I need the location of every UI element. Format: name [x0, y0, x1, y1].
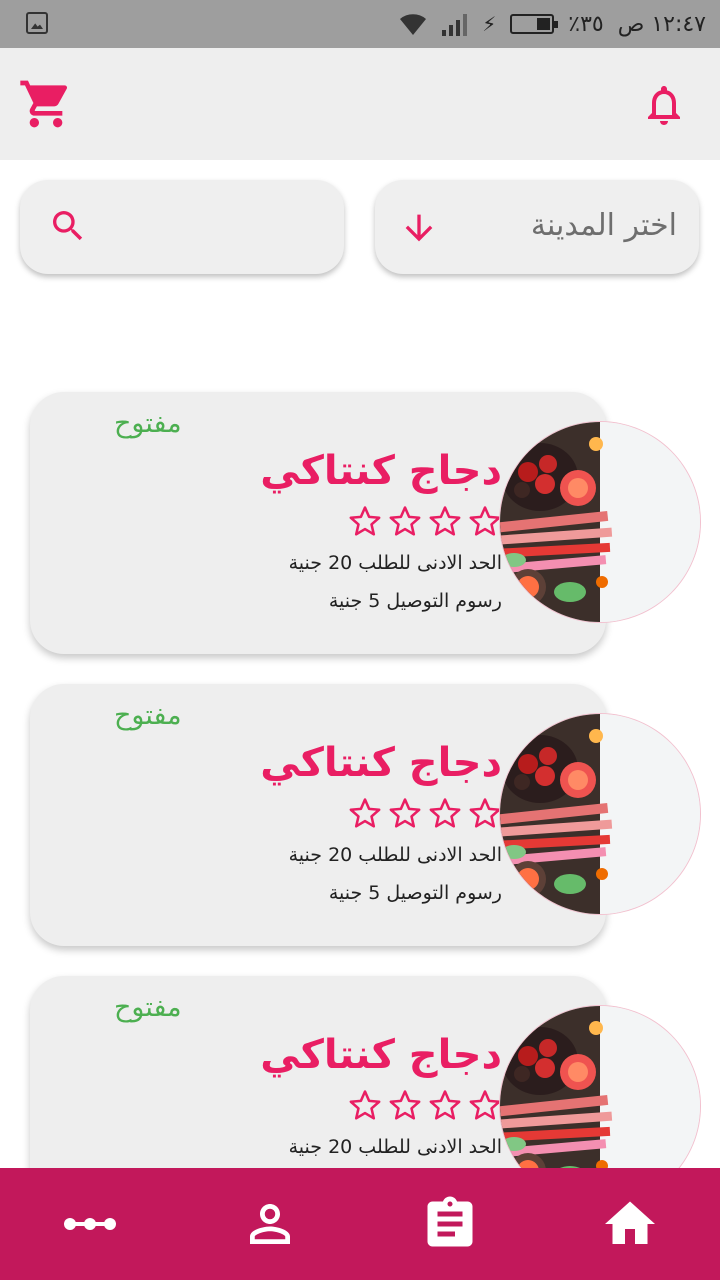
rating-stars	[348, 1088, 502, 1122]
restaurant-name: دجاج كنتاكي	[260, 1032, 502, 1078]
star-icon	[349, 1090, 381, 1120]
search-input[interactable]	[20, 180, 344, 274]
status-icons: ⚡ ٪٣٥ ١٢:٤٧ ص	[398, 8, 706, 40]
charging-icon: ⚡	[482, 12, 497, 36]
cart-icon[interactable]	[18, 76, 74, 132]
search-icon	[53, 211, 83, 241]
star-icon	[389, 1090, 421, 1120]
delivery-fee-text: رسوم التوصيل 5 جنية	[328, 882, 502, 904]
restaurant-name: دجاج كنتاكي	[260, 448, 502, 494]
star-icon	[429, 1090, 461, 1120]
home-icon[interactable]	[600, 1194, 660, 1254]
open-status: مفتوح	[114, 992, 182, 1023]
bottom-navigation	[0, 1168, 720, 1280]
battery-icon	[510, 14, 559, 34]
restaurant-image	[500, 422, 700, 622]
app-bar	[0, 48, 720, 160]
star-icon	[389, 798, 421, 828]
open-status: مفتوح	[114, 700, 182, 731]
star-icon	[469, 1090, 501, 1120]
min-order-text: الحد الادنى للطلب 20 جنية	[288, 552, 502, 574]
delivery-fee-text: رسوم التوصيل 5 جنية	[328, 590, 502, 612]
restaurant-image	[500, 714, 700, 914]
min-order-text: الحد الادنى للطلب 20 جنية	[288, 1136, 502, 1158]
star-icon	[389, 506, 421, 536]
clipboard-icon[interactable]	[420, 1194, 480, 1254]
signal-icon	[442, 12, 468, 36]
open-status: مفتوح	[114, 408, 182, 439]
star-icon	[349, 798, 381, 828]
gallery-notification-icon	[26, 12, 48, 34]
city-dropdown[interactable]: اختر المدينة	[375, 180, 699, 274]
restaurant-name: دجاج كنتاكي	[260, 740, 502, 786]
battery-percent: ٪٣٥	[568, 11, 604, 37]
wifi-icon	[400, 14, 427, 36]
status-bar: ⚡ ٪٣٥ ١٢:٤٧ ص	[0, 0, 720, 48]
arrow-down-icon	[405, 214, 433, 242]
clock: ١٢:٤٧ ص	[617, 11, 706, 37]
star-icon	[469, 798, 501, 828]
rating-stars	[348, 504, 502, 538]
star-icon	[429, 506, 461, 536]
star-icon	[429, 798, 461, 828]
star-icon	[349, 506, 381, 536]
min-order-text: الحد الادنى للطلب 20 جنية	[288, 844, 502, 866]
rating-stars	[348, 796, 502, 830]
profile-icon[interactable]	[240, 1194, 300, 1254]
bell-icon[interactable]	[640, 78, 688, 132]
star-icon	[469, 506, 501, 536]
more-icon[interactable]	[60, 1194, 120, 1254]
city-placeholder: اختر المدينة	[530, 208, 677, 243]
